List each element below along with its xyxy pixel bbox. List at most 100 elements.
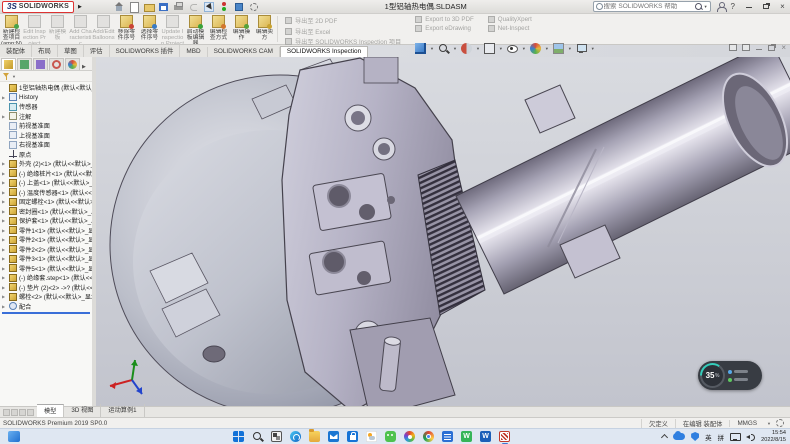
file-explorer-icon[interactable] [309, 431, 320, 442]
dictionary-icon[interactable] [442, 431, 453, 442]
expand-icon[interactable]: ▶ [2, 190, 7, 195]
tab-scroll-buttons[interactable] [3, 409, 34, 416]
new-window-icon[interactable] [729, 44, 737, 51]
view-settings-icon[interactable] [576, 43, 587, 54]
view-tab-运动算例1[interactable]: 运动算例1 [101, 404, 144, 417]
restore-document-icon[interactable] [768, 44, 776, 51]
expand-icon[interactable]: ▶ [2, 247, 7, 252]
tree-item[interactable]: ▶(-) 温度传感器<1> (默认<<默认>_显示状态) [0, 188, 92, 198]
expand-icon[interactable]: ▶ [2, 218, 7, 223]
start-icon[interactable] [233, 431, 244, 442]
mail-icon[interactable] [328, 431, 339, 442]
rebuild-icon[interactable] [219, 2, 229, 12]
feature-manager-tab[interactable] [1, 58, 16, 70]
view-tab-模型[interactable]: 模型 [37, 404, 64, 417]
tree-item[interactable]: ▶History [0, 93, 92, 103]
minimize-document-icon[interactable] [755, 44, 763, 51]
save-icon[interactable] [159, 2, 169, 12]
dimxpert-manager-tab[interactable] [49, 58, 64, 70]
chrome-icon[interactable] [423, 431, 434, 442]
tab-草图[interactable]: 草图 [58, 45, 84, 57]
close-button[interactable]: × [775, 2, 790, 11]
display-manager-tab[interactable] [65, 58, 80, 70]
onedrive-icon[interactable] [673, 433, 685, 440]
search-icon[interactable] [252, 431, 263, 442]
expand-icon[interactable]: ▶ [2, 266, 7, 271]
expand-icon[interactable]: ▶ [2, 256, 7, 261]
edit-appearance-icon[interactable] [530, 43, 541, 54]
expand-icon[interactable]: ▶ [2, 180, 7, 185]
tree-item[interactable]: ▶(-) 上盖<1> (默认<<默认>_显示状态) [0, 178, 92, 188]
tab-solidworks-插件[interactable]: SOLIDWORKS 插件 [110, 45, 181, 57]
help-icon[interactable]: ? [731, 2, 735, 11]
dropdown-caret-icon[interactable]: ▼ [522, 46, 526, 51]
expand-icon[interactable]: ▶ [2, 171, 7, 176]
expand-icon[interactable]: ▶ [2, 294, 7, 299]
help-search-box[interactable]: ▼ [593, 1, 711, 12]
tree-item[interactable]: 传感器 [0, 102, 92, 112]
tree-item[interactable]: ▶零件3<1> (默认<<默认>_显示状态) [0, 254, 92, 264]
tile-window-icon[interactable] [742, 44, 750, 51]
graphics-viewport[interactable]: 35% [96, 57, 790, 406]
volume-icon[interactable] [746, 433, 755, 441]
word-icon[interactable] [480, 431, 491, 442]
weather-icon[interactable] [366, 431, 377, 442]
tree-item[interactable]: ▶外壳 (2)<1> (默认<<默认>_显示状态) [0, 159, 92, 169]
photos-icon[interactable] [404, 431, 415, 442]
tree-item[interactable]: ▶固定螺栓<1> (默认<<默认>_显示状态) [0, 197, 92, 207]
dropdown-caret-icon[interactable]: ▼ [568, 46, 572, 51]
new-document-icon[interactable] [129, 2, 139, 12]
units-selector[interactable]: MMGS [729, 420, 764, 427]
tray-overflow-icon[interactable] [661, 434, 668, 441]
filter-dropdown-icon[interactable]: ▼ [12, 74, 16, 79]
tree-item[interactable]: ▶保护套<1> (默认<<默认>_显示状态) [0, 216, 92, 226]
expand-icon[interactable]: ▶ [2, 228, 7, 233]
tree-item[interactable]: ▶零件1<1> (默认<<默认>_显示状态) [0, 226, 92, 236]
store-icon[interactable] [347, 431, 358, 442]
tree-item[interactable]: 右视基准面 [0, 140, 92, 150]
new-inspection-project-button[interactable]: 新建检查项目 (amp;N) [0, 14, 23, 44]
tab-mbd[interactable]: MBD [180, 47, 207, 57]
wechat-icon[interactable] [385, 431, 396, 442]
expand-icon[interactable]: ▶ [2, 114, 7, 119]
display-settings-icon[interactable] [234, 2, 244, 12]
display-style-icon[interactable] [484, 43, 495, 54]
expand-icon[interactable]: ▶ [2, 161, 7, 166]
security-shield-icon[interactable] [691, 432, 699, 441]
search-icon[interactable] [695, 3, 703, 11]
dropdown-caret-icon[interactable]: ▼ [476, 46, 480, 51]
launch-template-editor-button[interactable]: 启动模板编辑器 [184, 14, 207, 44]
tree-item[interactable]: ▶零件2<2> (默认<<默认>_显示状态) [0, 245, 92, 255]
hide-show-items-icon[interactable] [507, 43, 518, 54]
home-icon[interactable] [114, 2, 124, 12]
edit-vendors-button[interactable]: 编辑卖方 [253, 14, 276, 44]
restore-button[interactable] [758, 2, 773, 11]
view-orientation-icon[interactable] [415, 43, 426, 54]
configuration-manager-tab[interactable] [33, 58, 48, 70]
ime-mode-indicator[interactable]: 拼 [718, 432, 725, 442]
property-manager-tab[interactable] [17, 58, 32, 70]
dropdown-caret-icon[interactable]: ▼ [453, 46, 457, 51]
menu-flyout-arrow-icon[interactable]: ▶ [78, 4, 82, 10]
zoom-fit-icon[interactable] [438, 43, 449, 54]
remove-balloons-button[interactable]: 移除零件序号 [115, 14, 138, 44]
tree-item[interactable]: 1型铝轴热电偶 (默认<默认_显示状态>-1) [0, 83, 92, 93]
task-view-icon[interactable] [271, 431, 282, 442]
display-icon[interactable] [730, 433, 740, 441]
tab-布局[interactable]: 布局 [32, 45, 58, 57]
tree-item[interactable]: ▶(-) 绝缘桩片<1> (默认<<默认>_显示状态) [0, 169, 92, 179]
tree-item[interactable]: ▶(-) 绝缘套.step<1> (默认<<默认>) [0, 273, 92, 283]
manager-tabs-overflow-icon[interactable]: ▶ [82, 64, 86, 70]
dropdown-caret-icon[interactable]: ▼ [545, 46, 549, 51]
select-icon[interactable] [204, 2, 214, 12]
tree-item[interactable]: ▶注解 [0, 112, 92, 122]
assembly-model[interactable] [96, 57, 790, 406]
tree-item[interactable]: 上视基准面 [0, 131, 92, 141]
apply-scene-icon[interactable] [553, 43, 564, 54]
tree-item[interactable]: 前视基准面 [0, 121, 92, 131]
options-icon[interactable] [249, 2, 259, 12]
expand-icon[interactable]: ▶ [2, 237, 7, 242]
expand-icon[interactable]: ▶ [2, 199, 7, 204]
solidworks-icon[interactable] [499, 431, 510, 442]
dropdown-caret-icon[interactable]: ▼ [591, 46, 595, 51]
